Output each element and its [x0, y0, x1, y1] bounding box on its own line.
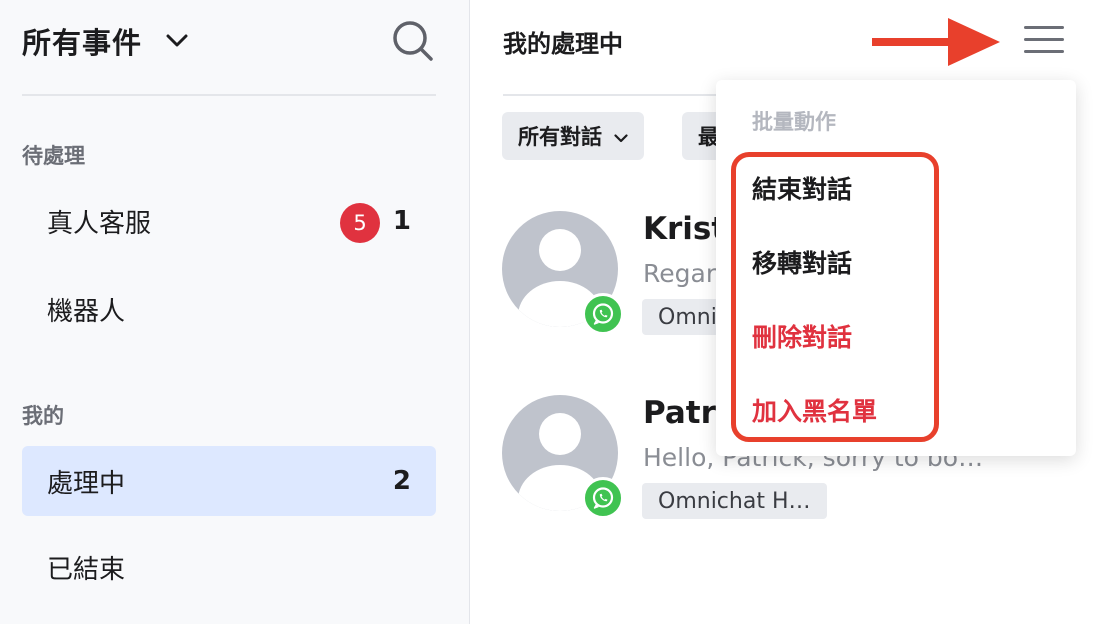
contact-name: Krist [643, 211, 727, 247]
sidebar-item-in-progress[interactable]: 處理中 2 [22, 446, 436, 516]
whatsapp-icon [582, 477, 624, 519]
item-count: 1 [392, 206, 411, 236]
bulk-actions-menu: 批量動作 結束對話 移轉對話 刪除對話 加入黑名單 [716, 80, 1076, 456]
menu-item-add-to-blacklist[interactable]: 加入黑名單 [752, 392, 877, 428]
sidebar-item-bot[interactable]: 機器人 [22, 274, 436, 344]
search-icon[interactable] [390, 18, 436, 64]
item-count: 2 [392, 466, 411, 496]
channel-tag: Omnichat H… [642, 483, 827, 519]
annotation-arrow-icon [872, 18, 1000, 66]
sidebar-item-human-agent[interactable]: 真人客服 5 1 [22, 186, 436, 256]
menu-item-delete-conversation[interactable]: 刪除對話 [752, 318, 852, 354]
sidebar-item-closed[interactable]: 已結束 [22, 532, 436, 602]
chevron-down-icon [614, 124, 628, 148]
menu-icon[interactable] [1022, 22, 1066, 58]
menu-item-close-conversation[interactable]: 結束對話 [752, 170, 852, 206]
section-label-mine: 我的 [22, 404, 64, 428]
unread-badge: 5 [340, 203, 380, 243]
sidebar-item-label: 處理中 [47, 468, 126, 499]
sidebar-header: 所有事件 [22, 18, 436, 64]
sidebar-item-label: 機器人 [47, 296, 126, 327]
filter-label: 所有對話 [518, 125, 602, 149]
menu-item-transfer-conversation[interactable]: 移轉對話 [752, 244, 852, 280]
menu-header: 批量動作 [752, 110, 836, 134]
message-preview: Regar [643, 259, 717, 288]
sidebar-title[interactable]: 所有事件 [22, 20, 142, 62]
sidebar: 所有事件 待處理 真人客服 5 1 機器人 我的 處理中 2 已結束 [0, 0, 470, 624]
contact-name: Patri [643, 395, 727, 431]
whatsapp-icon [582, 293, 624, 335]
chevron-down-icon[interactable] [164, 28, 190, 54]
sidebar-item-label: 已結束 [47, 554, 126, 585]
filter-all-conversations[interactable]: 所有對話 [502, 112, 644, 160]
sidebar-item-label: 真人客服 [47, 208, 152, 239]
section-label-pending: 待處理 [22, 144, 85, 168]
page-title: 我的處理中 [503, 30, 623, 58]
sidebar-divider [22, 94, 436, 96]
